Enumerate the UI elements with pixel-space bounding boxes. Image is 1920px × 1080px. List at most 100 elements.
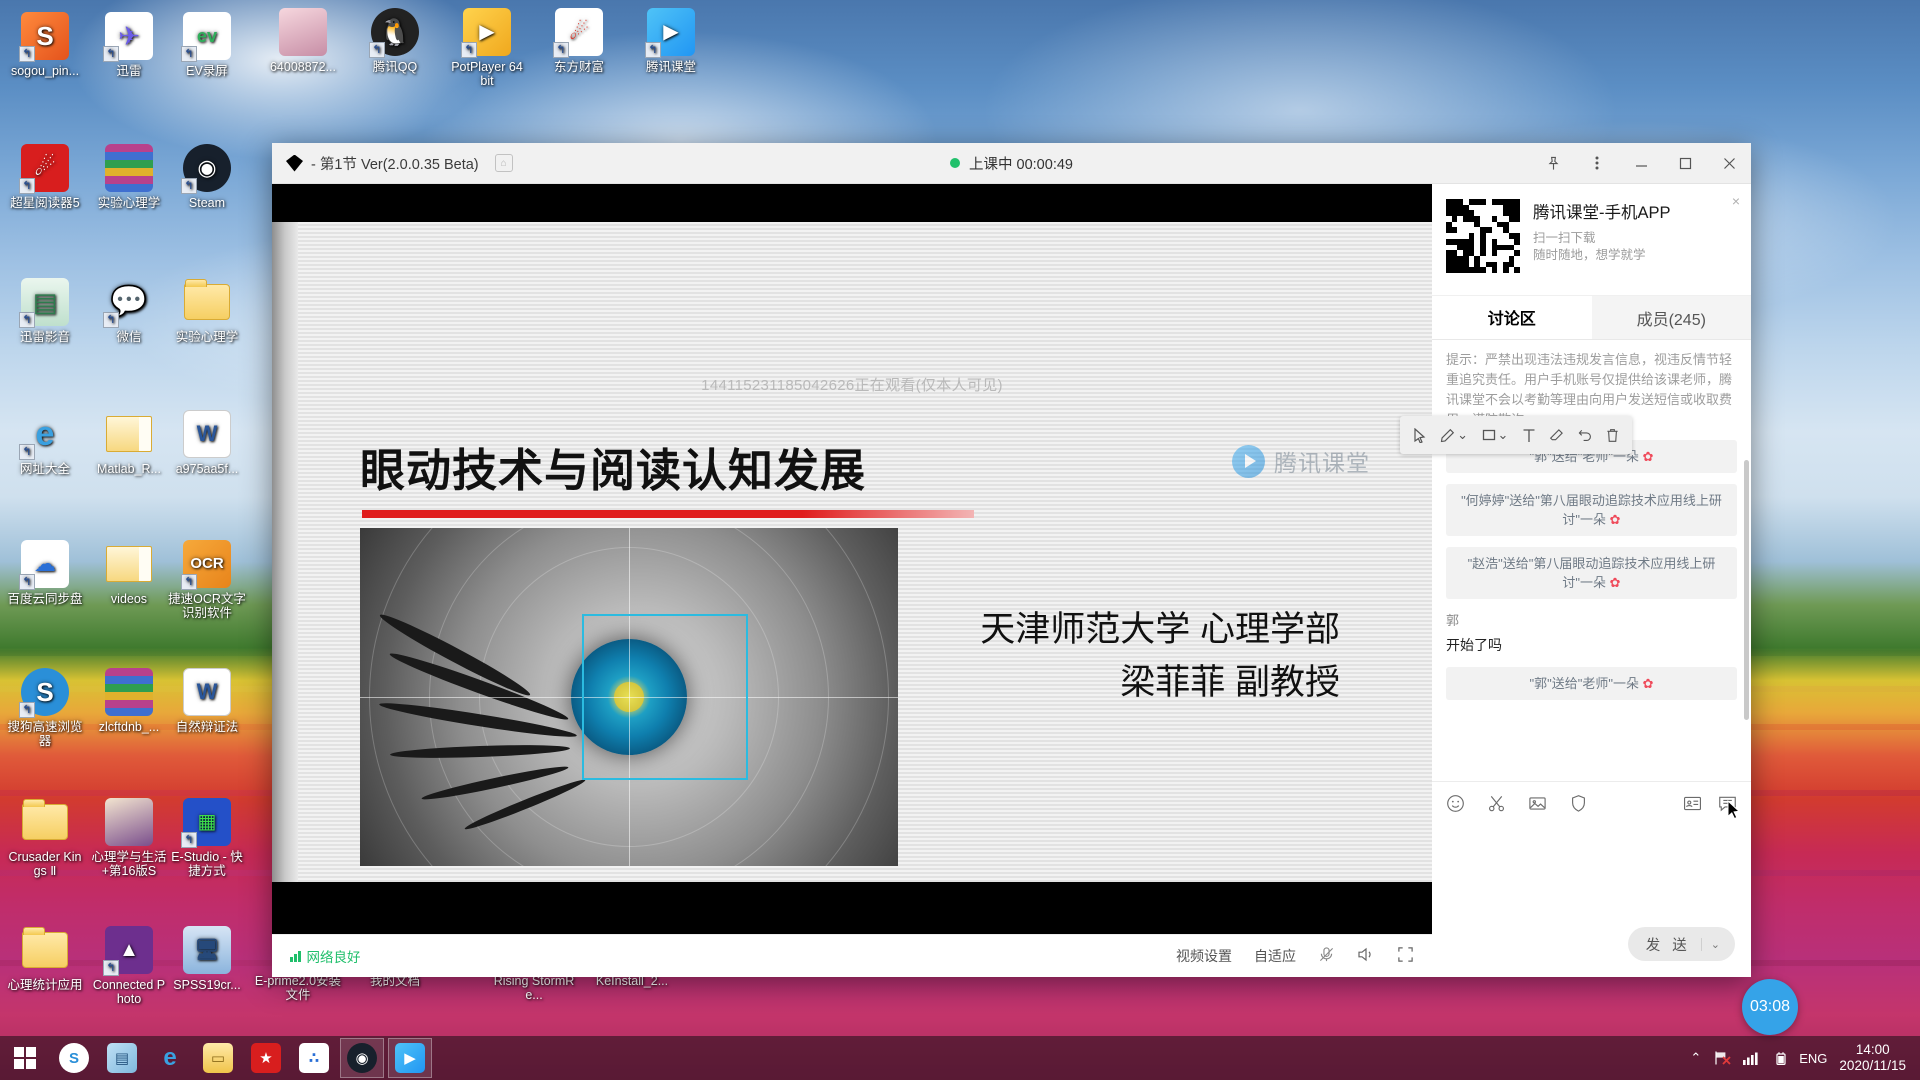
desktop-icon-steam[interactable]: ◉ ↰ Steam (168, 144, 246, 210)
desktop-icon-rar-zlcftdnb[interactable]: zlcftdnb_... (90, 668, 168, 734)
tab-members[interactable]: 成员(245) (1591, 296, 1751, 339)
network-error-icon[interactable] (1713, 1050, 1731, 1066)
desktop-icon-eprime-install[interactable]: E-prime2.0安装文件 (250, 974, 346, 1002)
taskbar-app-chaoxing[interactable]: ★ (242, 1036, 290, 1080)
card-icon[interactable] (1683, 795, 1702, 817)
desktop-icon-sogou-pinyin[interactable]: S ↰ sogou_pin... (6, 12, 84, 78)
taskbar-app-sogou-browser[interactable]: S (50, 1036, 98, 1080)
desktop-icon-sogou-browser[interactable]: S ↰ 搜狗高速浏览器 (6, 668, 84, 748)
undo-tool-icon[interactable] (1578, 428, 1593, 442)
send-button-group[interactable]: 发 送 ⌄ (1627, 927, 1735, 961)
desktop-icon-thunder-player[interactable]: ▤ ↰ 迅雷影音 (6, 278, 84, 344)
taskbar-app-baidu-yun[interactable]: ∴ (290, 1036, 338, 1080)
microphone-muted-icon[interactable] (1318, 946, 1335, 966)
select-cursor-tool-icon[interactable] (1413, 427, 1427, 443)
language-indicator[interactable]: ENG (1799, 1051, 1827, 1066)
desktop-icon-potplayer[interactable]: ▶ ↰ PotPlayer 64 bit (448, 8, 526, 88)
desktop-icon-psych-life-book[interactable]: 心理学与生活+第16版S (90, 798, 168, 878)
annotation-toolbar[interactable]: ⌄ ⌄ (1400, 416, 1632, 454)
slide-canvas[interactable]: 144115231185042626正在观看(仅本人可见) 眼动技术与阅读认知发… (272, 222, 1432, 882)
floating-timer-badge[interactable]: 03:08 (1742, 979, 1798, 1035)
desktop-icon-spss[interactable]: 🖥 SPSS19cr... (168, 926, 246, 992)
fullscreen-icon[interactable] (1397, 946, 1414, 966)
desktop-icon-hao123[interactable]: e ↰ 网址大全 (6, 410, 84, 476)
desktop-icon-matlab-folder[interactable]: Matlab_R... (90, 410, 168, 476)
image-icon[interactable] (1528, 794, 1547, 818)
desktop-icon-crusader-kings[interactable]: Crusader Kings Ⅱ (6, 798, 84, 878)
taskbar-app-ketang[interactable]: ▶ (386, 1036, 434, 1080)
desktop-icon-baiduyun[interactable]: ☁ ↰ 百度云同步盘 (6, 540, 84, 606)
desktop-icon-ketang[interactable]: ▶ ↰ 腾讯课堂 (632, 8, 710, 74)
screen-tool-icon: ▤ (107, 1043, 137, 1073)
window-titlebar[interactable]: - 第1节 Ver(2.0.0.35 Beta) ⌂ 上课中 00:00:49 (272, 143, 1751, 184)
folder-open-icon (105, 410, 153, 458)
ketang-icon: ▶ (395, 1043, 425, 1073)
eraser-tool-icon[interactable] (1549, 428, 1564, 443)
quality-selector[interactable]: 自适应 (1254, 946, 1296, 966)
list-item: "郭"送给"老师"一朵 ✿ (1446, 667, 1737, 700)
desktop-icon-label: E-Studio - 快捷方式 (171, 850, 243, 878)
desktop-icon-word-doc-nature[interactable]: W 自然辩证法 (168, 668, 246, 734)
desktop-icon-estudio[interactable]: ▦ ↰ E-Studio - 快捷方式 (168, 798, 246, 878)
shield-icon[interactable] (1569, 794, 1588, 818)
chevron-down-icon[interactable]: ⌄ (1498, 427, 1509, 443)
emoji-icon[interactable] (1446, 794, 1465, 818)
video-settings-button[interactable]: 视频设置 (1176, 946, 1232, 966)
live-status-text: 上课中 00:00:49 (969, 156, 1073, 173)
desktop-icon-word-doc-a975[interactable]: W a975aa5f... (168, 410, 246, 476)
chevron-up-icon[interactable]: ⌃ (1690, 1050, 1701, 1066)
desktop-icon-label: EV录屏 (186, 64, 228, 78)
close-icon[interactable] (1707, 143, 1751, 184)
signal-icon[interactable] (1743, 1051, 1759, 1065)
desktop-icon-label: Rising StormRe... (493, 974, 575, 1002)
home-icon[interactable]: ⌂ (494, 154, 513, 172)
send-options-chevron-down-icon[interactable]: ⌄ (1700, 937, 1729, 951)
promo-close-icon[interactable]: × (1732, 193, 1740, 209)
desktop-icon-videos-folder[interactable]: videos (90, 540, 168, 606)
desktop-icon-label: 超星阅读器5 (10, 196, 80, 210)
desktop-icon-evcapture[interactable]: ev ↰ EV录屏 (168, 12, 246, 78)
pin-icon[interactable] (1531, 143, 1575, 184)
desktop-icon-label: 东方财富 (553, 60, 604, 74)
taskbar-app-screen-tool[interactable]: ▤ (98, 1036, 146, 1080)
desktop-icon-connected-photo[interactable]: ▲ ↰ Connected Photo (90, 926, 168, 1006)
desktop-icon-eastmoney[interactable]: ☄ ↰ 东方财富 (540, 8, 618, 74)
send-button[interactable]: 发 送 (1646, 934, 1701, 955)
taskbar-app-file-explorer[interactable]: ▭ (194, 1036, 242, 1080)
app-ketang-icon: ▶ ↰ (645, 8, 695, 58)
flower-icon: ✿ (1609, 512, 1621, 527)
desktop-icon-psych-stats[interactable]: 心理统计应用 (6, 926, 84, 992)
desktop-icon-thunder[interactable]: ✈ ↰ 迅雷 (90, 12, 168, 78)
player-control-bar: 网络良好 视频设置 自适应 (272, 934, 1432, 977)
app-spss-icon: 🖥 (183, 926, 231, 974)
scissors-icon[interactable] (1487, 794, 1506, 818)
shortcut-arrow-icon: ↰ (181, 574, 197, 590)
trash-tool-icon[interactable] (1606, 428, 1619, 443)
desktop-icon-rar-psych[interactable]: 实验心理学 (90, 144, 168, 210)
desktop-icon-qq[interactable]: 🐧 ↰ 腾讯QQ (356, 8, 434, 74)
chat-message-list[interactable]: 提示：严禁出现违法违规发言信息，视违反情节轻重追究责任。用户手机账号仅提供给该课… (1432, 340, 1751, 781)
more-vertical-icon[interactable] (1575, 143, 1619, 184)
text-tool-icon[interactable] (1522, 428, 1536, 443)
minimize-icon[interactable] (1619, 143, 1663, 184)
battery-charging-icon[interactable] (1771, 1051, 1787, 1066)
shortcut-arrow-icon: ↰ (369, 42, 385, 58)
chevron-down-icon[interactable]: ⌄ (1457, 427, 1468, 443)
pen-tool-icon[interactable]: ⌄ (1440, 427, 1468, 443)
desktop-icon-ocr[interactable]: OCR ↰ 捷速OCR文字识别软件 (168, 540, 246, 620)
app-potplayer-icon: ▶ ↰ (461, 8, 511, 58)
desktop-icon-chaoxing[interactable]: ☄ ↰ 超星阅读器5 (6, 144, 84, 210)
maximize-icon[interactable] (1663, 143, 1707, 184)
desktop-icon-folder-psych[interactable]: 实验心理学 (168, 278, 246, 344)
tab-discussion[interactable]: 讨论区 (1432, 296, 1592, 339)
chat-scrollbar[interactable] (1744, 460, 1749, 720)
desktop-icon-image-file[interactable]: 64008872... (264, 8, 342, 74)
speaker-icon[interactable] (1357, 946, 1375, 966)
desktop-icon-rising-storm[interactable]: Rising StormRe... (488, 974, 580, 1002)
taskbar-app-steam[interactable]: ◉ (338, 1036, 386, 1080)
taskbar-app-internet-explorer[interactable]: e (146, 1036, 194, 1080)
shape-tool-icon[interactable]: ⌄ (1482, 427, 1509, 443)
desktop-icon-wechat[interactable]: 💬 ↰ 微信 (90, 278, 168, 344)
taskbar-clock[interactable]: 14:00 2020/11/15 (1839, 1042, 1906, 1074)
windows-start-icon[interactable] (0, 1036, 50, 1080)
